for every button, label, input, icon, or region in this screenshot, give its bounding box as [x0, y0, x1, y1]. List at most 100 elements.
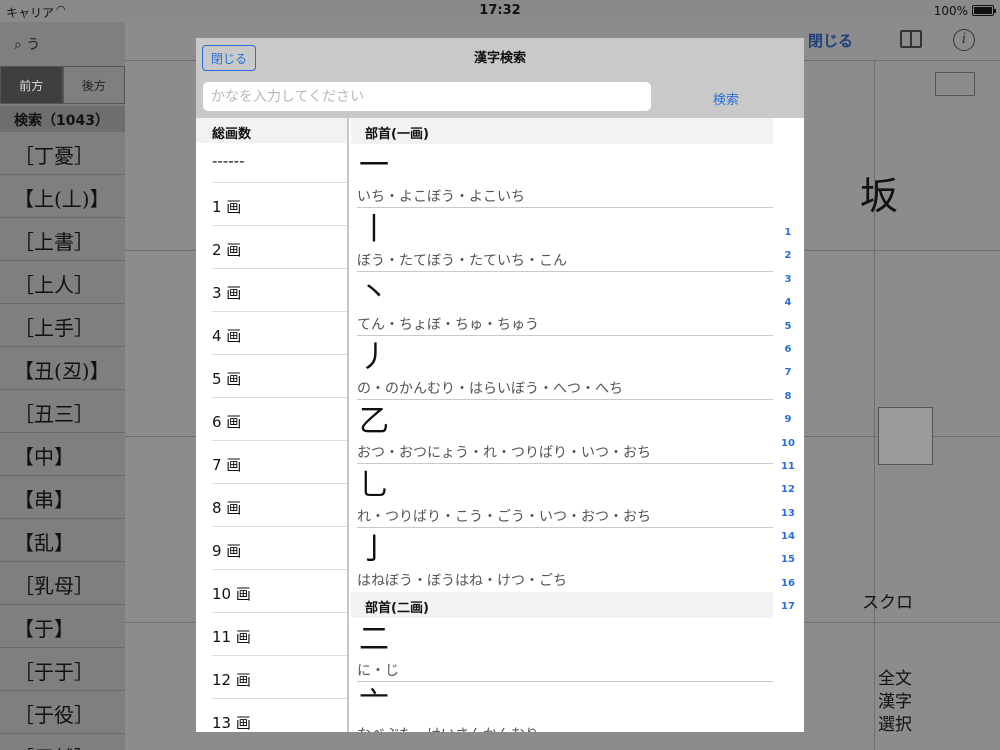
stroke-count-item[interactable]: 11 画	[212, 613, 347, 656]
label-kanji: 漢字	[878, 692, 912, 712]
stroke-count-column: 総画数 ------ 1 画 2 画 3 画 4 画 5 画 6 画 7 画 8…	[196, 118, 349, 732]
radical-row[interactable]: 乚 れ・つりばり・こう・ごう・いつ・おつ・おち	[357, 464, 773, 528]
index-item[interactable]: 3	[776, 274, 800, 297]
stroke-count-item[interactable]: 9 画	[212, 527, 347, 570]
radical-row[interactable]: 亅 はねぼう・ぼうはね・けつ・ごち	[357, 528, 773, 592]
list-item: ［上手］	[0, 304, 125, 347]
radical-row[interactable]: 乙 おつ・おつにょう・れ・つりばり・いつ・おち	[357, 400, 773, 464]
background-direction-tabs: 前方 後方	[0, 66, 125, 104]
tab-forward: 前方	[0, 66, 63, 104]
background-info-panel	[878, 407, 933, 465]
index-item[interactable]: 5	[776, 321, 800, 344]
index-item[interactable]: 9	[776, 414, 800, 437]
background-kanji: 坂	[860, 174, 899, 218]
clock: 17:32	[479, 3, 521, 18]
index-item[interactable]: 17	[776, 601, 800, 624]
section-header-2-stroke: 部首(二画)	[351, 592, 773, 618]
list-item: 【乱】	[0, 519, 125, 562]
index-item[interactable]: 10	[776, 438, 800, 461]
background-divider	[874, 60, 875, 750]
radical-row[interactable]: 二 に・じ	[357, 618, 773, 682]
search-icon: ⌕	[14, 37, 22, 53]
index-item[interactable]: 15	[776, 554, 800, 577]
label-fulltext: 全文	[878, 669, 912, 689]
radical-reading: おつ・おつにょう・れ・つりばり・いつ・おち	[357, 445, 651, 461]
modal-title: 漢字検索	[473, 51, 526, 66]
stroke-count-header: 総画数	[196, 118, 347, 143]
radical-row[interactable]: 亠 なべぶた・けいさんかんむり	[357, 682, 773, 732]
radical-reading: はねぼう・ぼうはね・けつ・ごち	[357, 573, 567, 589]
stroke-count-item[interactable]: ------	[212, 143, 347, 183]
radical-reading: れ・つりばり・こう・ごう・いつ・おつ・おち	[357, 509, 651, 525]
stroke-count-item[interactable]: 1 画	[212, 183, 347, 226]
stroke-count-item[interactable]: 13 画	[212, 699, 347, 732]
background-close-button: 閉じる	[808, 32, 854, 50]
index-item[interactable]: 12	[776, 484, 800, 507]
radical-row[interactable]: 丨 ぼう・たてぼう・たていち・こん	[357, 208, 773, 272]
radical-char: 二	[359, 622, 389, 657]
modal-header: 閉じる 漢字検索 検索	[196, 38, 804, 118]
radical-row[interactable]: 一 いち・よこぼう・よこいち	[357, 144, 773, 208]
list-item: ［于于］	[0, 648, 125, 691]
section-index-bar[interactable]: 1 2 3 4 5 6 7 8 9 10 11 12 13 14 15 16 1…	[776, 227, 800, 625]
radical-reading: に・じ	[357, 663, 399, 679]
stroke-count-item[interactable]: 5 画	[212, 355, 347, 398]
stroke-count-item[interactable]: 6 画	[212, 398, 347, 441]
list-item: ［上書］	[0, 218, 125, 261]
stroke-count-list: ------ 1 画 2 画 3 画 4 画 5 画 6 画 7 画 8 画 9…	[212, 143, 347, 732]
list-item: 【上(丄)】	[0, 175, 125, 218]
radical-reading: の・のかんむり・はらいぼう・へつ・へち	[357, 381, 623, 397]
radical-row[interactable]: 丿 の・のかんむり・はらいぼう・へつ・へち	[357, 336, 773, 400]
list-item: ［丁憂］	[0, 132, 125, 175]
search-button[interactable]: 検索	[702, 87, 750, 109]
radical-reading: いち・よこぼう・よこいち	[357, 189, 525, 205]
background-divider	[312, 0, 313, 22]
list-item: ［乳母］	[0, 562, 125, 605]
radical-char: 丨	[359, 212, 389, 247]
radical-char: 乙	[359, 404, 389, 439]
radical-char: 丶	[359, 276, 389, 311]
stroke-count-item[interactable]: 8 画	[212, 484, 347, 527]
background-mode-labels: 全文 漢字 選択	[878, 668, 912, 737]
index-item[interactable]: 4	[776, 297, 800, 320]
list-item: ［丑三］	[0, 390, 125, 433]
list-item: 【于】	[0, 605, 125, 648]
radical-reading: てん・ちょぼ・ちゅ・ちゅう	[357, 317, 539, 333]
tab-backward: 後方	[62, 66, 125, 104]
index-item[interactable]: 6	[776, 344, 800, 367]
radical-reading: ぼう・たてぼう・たていち・こん	[357, 253, 567, 269]
stroke-count-item[interactable]: 10 画	[212, 570, 347, 613]
radical-char: 一	[359, 148, 389, 183]
info-icon: i	[953, 29, 975, 51]
battery-icon	[972, 5, 996, 16]
background-result-count: 検索（1043）	[0, 106, 125, 132]
radical-char: 乚	[359, 468, 389, 503]
radical-row[interactable]: 丶 てん・ちょぼ・ちゅ・ちゅう	[357, 272, 773, 336]
index-item[interactable]: 14	[776, 531, 800, 554]
background-scroll-label: スクロ	[862, 593, 913, 613]
list-item: 【丑(丒)】	[0, 347, 125, 390]
index-item[interactable]: 8	[776, 391, 800, 414]
book-icon	[900, 30, 922, 48]
list-item: ［上人］	[0, 261, 125, 304]
index-item[interactable]: 7	[776, 367, 800, 390]
index-item[interactable]: 2	[776, 250, 800, 273]
stroke-count-item[interactable]: 4 画	[212, 312, 347, 355]
index-item[interactable]: 16	[776, 578, 800, 601]
index-item[interactable]: 1	[776, 227, 800, 250]
kana-search-input[interactable]	[203, 82, 651, 111]
list-item: ［于越］	[0, 734, 125, 750]
stroke-count-item[interactable]: 7 画	[212, 441, 347, 484]
index-item[interactable]: 13	[776, 508, 800, 531]
stroke-count-item[interactable]: 2 画	[212, 226, 347, 269]
stroke-count-item[interactable]: 12 画	[212, 656, 347, 699]
section-header-1-stroke: 部首(一画)	[351, 118, 773, 144]
stroke-count-item[interactable]: 3 画	[212, 269, 347, 312]
index-item[interactable]: 11	[776, 461, 800, 484]
list-item: 【中】	[0, 433, 125, 476]
label-select: 選択	[878, 715, 912, 735]
list-item: 【串】	[0, 476, 125, 519]
background-search-text: う	[26, 37, 41, 53]
radical-char: 亅	[359, 532, 389, 567]
background-image-button	[935, 72, 975, 96]
